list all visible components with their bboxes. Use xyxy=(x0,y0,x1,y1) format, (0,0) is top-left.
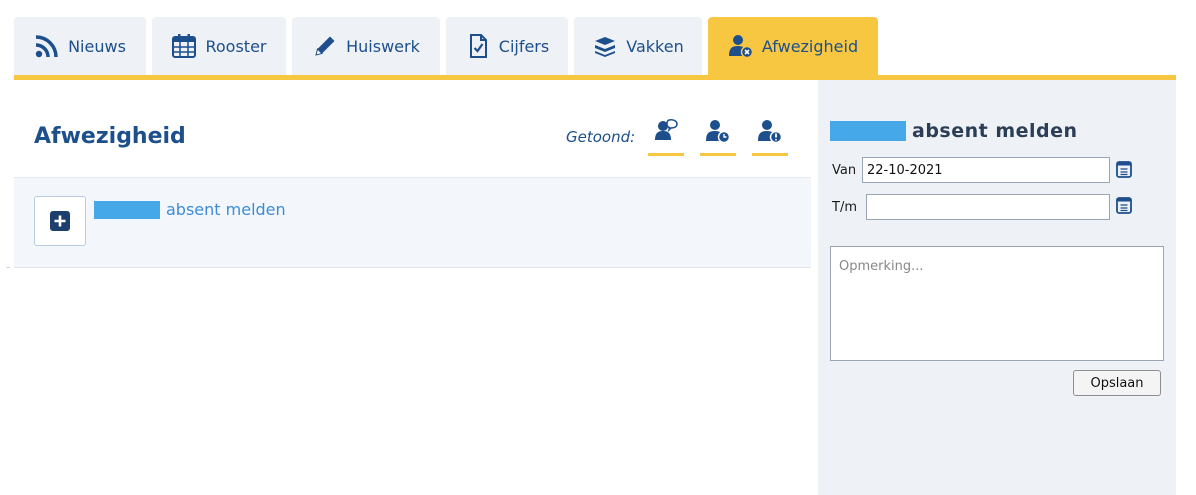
tab-label: Huiswerk xyxy=(346,36,420,56)
tab-huiswerk[interactable]: Huiswerk xyxy=(292,17,440,75)
add-absence-label: absent melden xyxy=(166,200,286,219)
add-absence-button[interactable] xyxy=(34,196,86,246)
absence-form-panel: absent melden Van T/m Opslaan xyxy=(818,80,1176,495)
from-date-input[interactable] xyxy=(862,157,1110,183)
pencil-icon xyxy=(315,36,335,56)
to-date-input[interactable] xyxy=(866,194,1110,220)
calendar-icon xyxy=(172,34,197,58)
remark-textarea[interactable] xyxy=(830,246,1164,361)
absence-list: absent melden xyxy=(14,178,811,268)
page-title: Afwezigheid xyxy=(34,124,186,149)
tab-label: Afwezigheid xyxy=(761,36,859,56)
from-calendar-icon[interactable] xyxy=(1116,160,1132,178)
checked-document-icon xyxy=(469,34,487,58)
filter-late[interactable] xyxy=(700,118,736,156)
tab-label: Rooster xyxy=(205,36,267,56)
filter-remarks[interactable] xyxy=(648,118,684,156)
tab-vakken[interactable]: Vakken xyxy=(574,17,702,75)
plus-square-icon xyxy=(50,211,70,231)
user-warning-icon xyxy=(758,120,783,144)
tab-rooster[interactable]: Rooster xyxy=(152,17,286,75)
to-date-row: T/m xyxy=(832,194,1110,220)
main-panel: Afwezigheid Getoond: absent melden xyxy=(14,80,811,268)
form-title-text: absent melden xyxy=(912,120,1078,142)
to-calendar-icon[interactable] xyxy=(1116,196,1132,214)
form-title: absent melden xyxy=(830,120,1078,142)
tab-label: Nieuws xyxy=(68,36,126,56)
rss-icon xyxy=(35,35,58,58)
save-button[interactable]: Opslaan xyxy=(1073,370,1161,396)
tab-cijfers[interactable]: Cijfers xyxy=(446,17,568,75)
to-label: T/m xyxy=(832,199,857,215)
tab-label: Cijfers xyxy=(498,36,550,56)
tab-label: Vakken xyxy=(626,36,684,56)
tab-nieuws[interactable]: Nieuws xyxy=(14,17,146,75)
redacted-name xyxy=(830,121,906,141)
tab-afwezigheid[interactable]: Afwezigheid xyxy=(708,17,878,75)
users-speech-icon xyxy=(655,119,678,140)
filter-warning[interactable] xyxy=(752,118,788,156)
main-header: Afwezigheid Getoond: xyxy=(14,80,811,178)
user-absent-icon xyxy=(728,35,754,59)
user-clock-icon xyxy=(706,120,731,144)
books-icon xyxy=(595,37,616,57)
redacted-name xyxy=(94,200,160,219)
shown-label: Getoond: xyxy=(566,128,636,146)
from-date-row: Van xyxy=(832,157,1110,183)
divider xyxy=(6,267,10,268)
add-absence-link[interactable]: absent melden xyxy=(94,200,286,219)
from-label: Van xyxy=(832,162,857,178)
